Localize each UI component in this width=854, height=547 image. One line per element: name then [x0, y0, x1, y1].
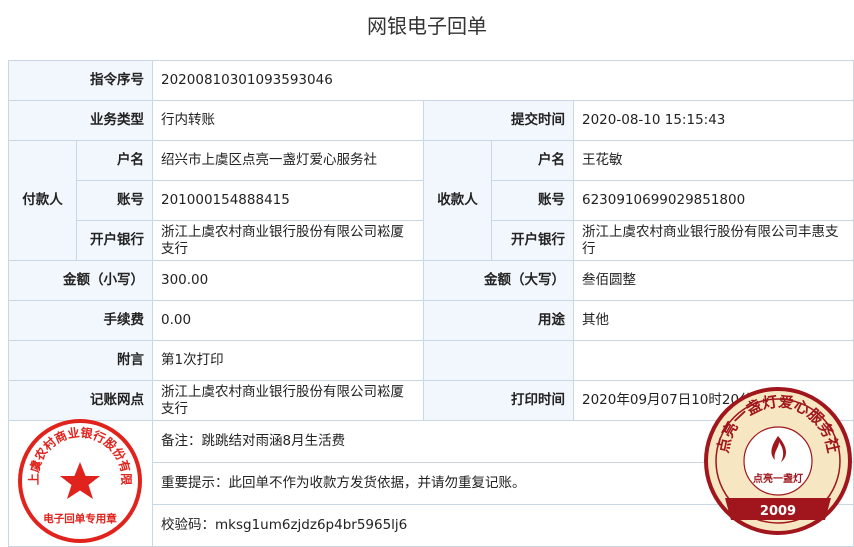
branch-label: 记账网点 — [8, 380, 153, 421]
note-empty-cell — [423, 340, 574, 381]
row-instruction-no: 指令序号 20200810301093593046 — [8, 60, 854, 101]
star-icon — [60, 462, 100, 499]
payer-account-label: 账号 — [76, 180, 153, 221]
fee-label: 手续费 — [8, 300, 153, 341]
payee-bank-value: 浙江上虞农村商业银行股份有限公司丰惠支行 — [573, 220, 854, 261]
note-empty-value — [573, 340, 854, 381]
org-seal-center-text: 点亮一盏灯 — [753, 472, 803, 485]
payee-account-label: 账号 — [491, 180, 574, 221]
purpose-value: 其他 — [573, 300, 854, 341]
payer-bank-label: 开户银行 — [76, 220, 153, 261]
payee-name-value: 王花敏 — [573, 140, 854, 181]
bank-seal: 浙江上虞农村商业银行股份有限公司 电子回单专用章 — [17, 418, 142, 543]
amount-small-value: 300.00 — [152, 260, 424, 301]
page-title: 网银电子回单 — [367, 14, 487, 38]
amount-big-label: 金额（大写） — [423, 260, 574, 301]
purpose-label: 用途 — [423, 300, 574, 341]
payee-group-label: 收款人 — [423, 140, 492, 261]
business-type-value: 行内转账 — [152, 100, 424, 141]
payer-bank-value: 浙江上虞农村商业银行股份有限公司崧厦支行 — [152, 220, 424, 261]
note-label: 附言 — [8, 340, 153, 381]
amount-small-label: 金额（小写） — [8, 260, 153, 301]
instruction-no-label: 指令序号 — [8, 60, 153, 101]
note-value: 第1次打印 — [152, 340, 424, 381]
branch-value: 浙江上虞农村商业银行股份有限公司崧厦支行 — [152, 380, 424, 421]
row-fee-purpose: 手续费 0.00 用途 其他 — [8, 300, 854, 341]
org-seal-year: 2009 — [760, 504, 796, 519]
bank-seal-bottom-text: 电子回单专用章 — [43, 512, 117, 525]
row-amounts: 金额（小写） 300.00 金额（大写） 叁佰圆整 — [8, 260, 854, 301]
row-note: 附言 第1次打印 — [8, 340, 854, 381]
row-names: 付款人 户名 绍兴市上虞区点亮一盏灯爱心服务社 收款人 户名 王花敏 — [8, 140, 854, 261]
print-time-label: 打印时间 — [423, 380, 574, 421]
payee-name-label: 户名 — [491, 140, 574, 181]
payer-name-label: 户名 — [76, 140, 153, 181]
business-type-label: 业务类型 — [8, 100, 153, 141]
payer-name-value: 绍兴市上虞区点亮一盏灯爱心服务社 — [152, 140, 424, 181]
submit-time-label: 提交时间 — [423, 100, 574, 141]
fee-value: 0.00 — [152, 300, 424, 341]
payee-account-value: 6230910699029851800 — [573, 180, 854, 221]
row-business-type: 业务类型 行内转账 提交时间 2020-08-10 15:15:43 — [8, 100, 854, 141]
instruction-no-value: 20200810301093593046 — [152, 60, 854, 101]
payer-account-value: 201000154888415 — [152, 180, 424, 221]
amount-big-value: 叁佰圆整 — [573, 260, 854, 301]
org-seal: 点亮一盏灯爱心服务社 点亮一盏灯 2009 — [704, 387, 852, 535]
submit-time-value: 2020-08-10 15:15:43 — [573, 100, 854, 141]
payer-group-label: 付款人 — [8, 140, 77, 261]
payee-bank-label: 开户银行 — [491, 220, 574, 261]
